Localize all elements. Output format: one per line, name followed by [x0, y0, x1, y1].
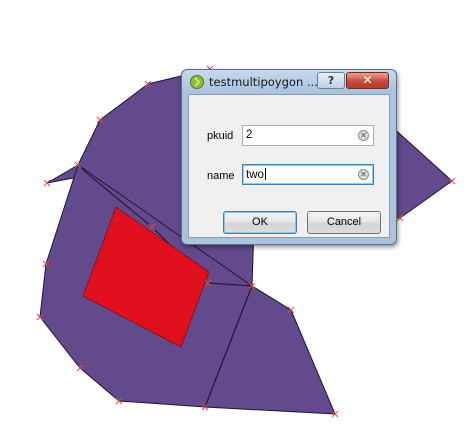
clear-field-icon[interactable]: ✕	[358, 130, 369, 141]
dialog-title: testmultipoygon ...	[209, 75, 318, 89]
name-field[interactable]: two ✕	[242, 164, 374, 185]
clear-field-icon[interactable]: ✕	[358, 169, 369, 180]
dialog-titlebar[interactable]: testmultipoygon ... ? ✕	[182, 70, 396, 94]
cancel-button[interactable]: Cancel	[307, 211, 381, 234]
ok-button[interactable]: OK	[223, 211, 297, 234]
pkuid-label: pkuid	[207, 130, 234, 142]
pkuid-field[interactable]: 2 ✕	[242, 125, 374, 146]
qgis-app-icon	[190, 75, 204, 89]
name-value-wrap: two	[246, 168, 266, 181]
name-value: two	[246, 169, 264, 181]
name-label: name	[207, 170, 235, 182]
attribute-dialog[interactable]: testmultipoygon ... ? ✕ pkuid 2 ✕ name t…	[181, 69, 397, 245]
close-button[interactable]: ✕	[346, 72, 389, 89]
help-button[interactable]: ?	[317, 72, 345, 89]
dialog-body: pkuid 2 ✕ name two ✕ OK Cancel	[188, 94, 390, 238]
pkuid-value: 2	[246, 129, 253, 141]
text-caret	[264, 168, 266, 180]
